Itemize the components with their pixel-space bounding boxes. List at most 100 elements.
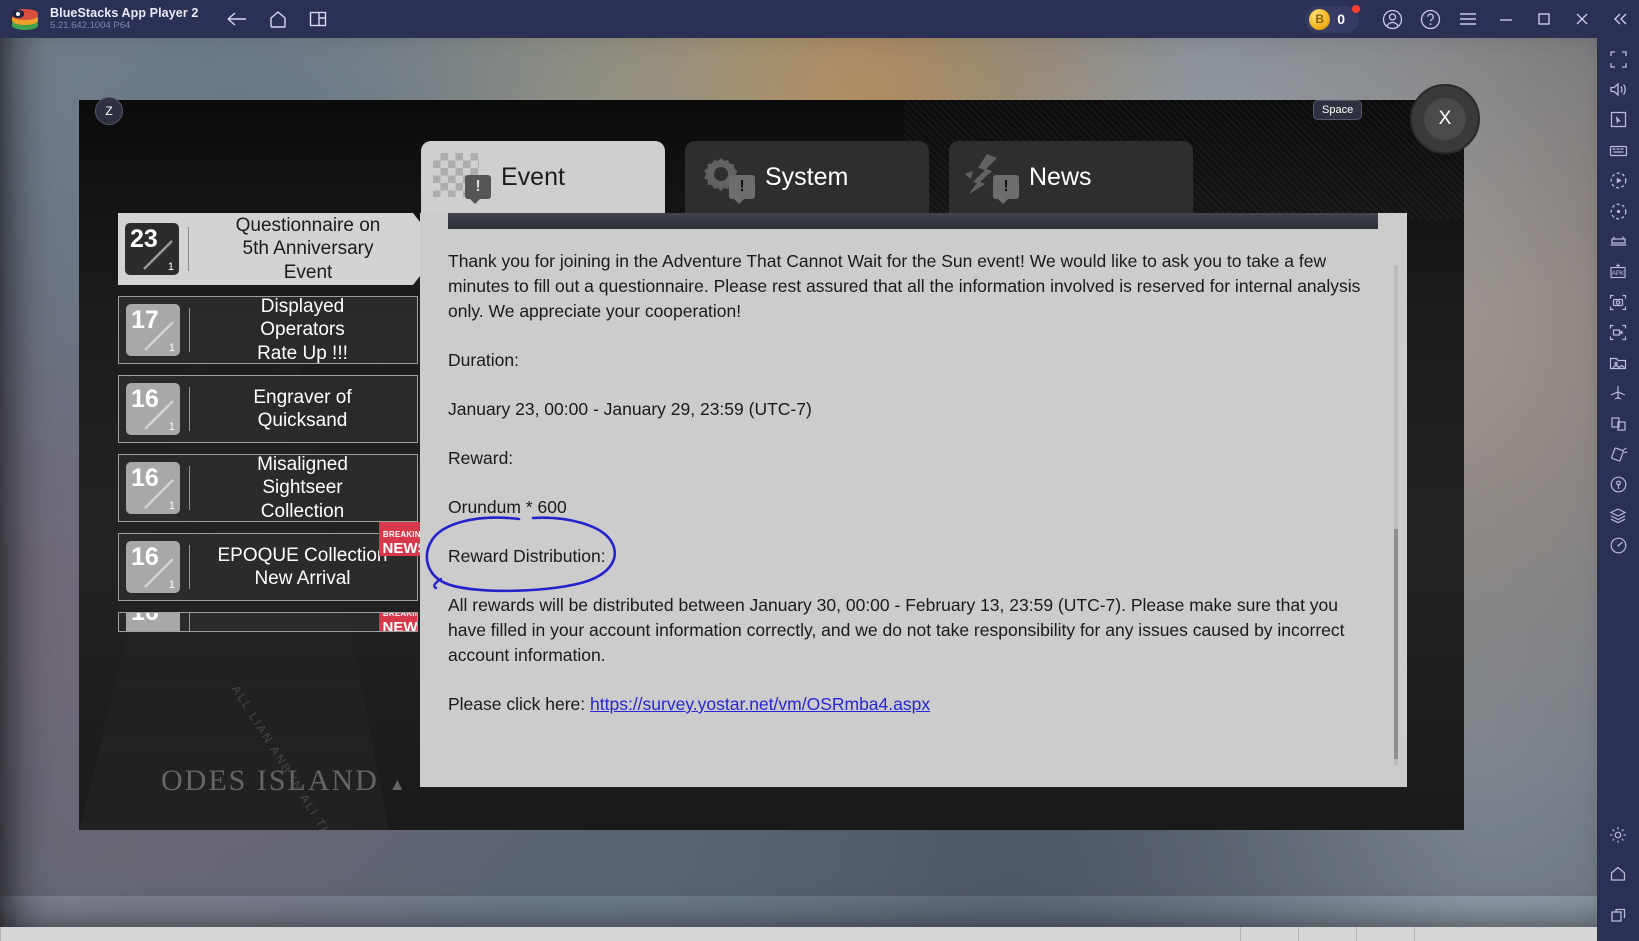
performance-icon[interactable]	[1597, 530, 1639, 560]
triangle-glyph: ▲	[388, 775, 408, 794]
article-reward-value: Orundum * 600	[448, 497, 567, 517]
list-item-title: Engraver of Quicksand	[253, 386, 352, 431]
tab-badge-system: !	[729, 175, 755, 204]
breaking-news-badge: BREAKING NEWS	[379, 613, 418, 632]
window-titlebar: BlueStacks App Player 2 5.21.642.1004 P6…	[0, 0, 1639, 38]
list-item-title: Questionnaire on 5th Anniversary Event	[235, 215, 381, 283]
multi-instance-sync-icon[interactable]	[1597, 409, 1639, 439]
date-day: 16	[131, 612, 159, 626]
tab-system[interactable]: ! System	[685, 141, 929, 213]
date-month: 1	[168, 579, 175, 591]
collapse-icon[interactable]	[1601, 0, 1639, 38]
divider	[189, 308, 190, 352]
eco-mode-icon[interactable]	[1597, 378, 1639, 408]
close-icon[interactable]	[1563, 0, 1601, 38]
tab-event-label: Event	[501, 162, 565, 191]
list-item[interactable]: 16 1 Misaligned Sightseer Collection	[118, 454, 418, 522]
titlebar-nav-icons	[226, 9, 328, 29]
back-icon[interactable]	[226, 10, 248, 28]
list-item-title: Displayed Operators Rate Up !!!	[257, 296, 348, 364]
settings-gear-icon[interactable]	[1597, 820, 1639, 850]
home-icon[interactable]	[268, 9, 288, 29]
taskbar-item[interactable]	[1356, 927, 1414, 941]
news-burst-icon: !	[955, 149, 1027, 205]
date-month: 1	[168, 421, 175, 433]
divider	[189, 387, 190, 431]
home-bottom-icon[interactable]	[1597, 858, 1639, 888]
record-screen-icon[interactable]	[1597, 318, 1639, 348]
menu-icon[interactable]	[1449, 0, 1487, 38]
cursor-icon[interactable]	[1597, 105, 1639, 135]
list-item[interactable]: 16 BREAKING NEWS	[118, 612, 418, 632]
announcement-content-panel: Thank you for joining in the Adventure T…	[420, 213, 1407, 787]
list-item[interactable]: 16 1 EPOQUE Collection New Arrival BREAK…	[118, 522, 431, 601]
scrollbar-thumb[interactable]	[1394, 529, 1398, 759]
date-month: 1	[168, 500, 175, 512]
layers-icon[interactable]	[1597, 500, 1639, 530]
taskbar-item[interactable]	[1240, 927, 1298, 941]
rotate-icon[interactable]	[1597, 196, 1639, 226]
divider	[188, 227, 189, 271]
key-hint-z[interactable]: Z	[95, 97, 123, 125]
survey-link[interactable]: https://survey.yostar.net/vm/OSRmba4.asp…	[590, 694, 930, 714]
date-badge: 16 1	[126, 541, 180, 593]
coin-icon: B	[1309, 8, 1331, 30]
list-item[interactable]: 17 1 Displayed Operators Rate Up !!!	[118, 296, 418, 364]
coin-balance[interactable]: B 0	[1305, 4, 1360, 33]
article-intro: Thank you for joining in the Adventure T…	[448, 251, 1361, 321]
minimize-icon[interactable]	[1487, 0, 1525, 38]
close-icon: X	[1424, 98, 1466, 140]
install-apk-icon[interactable]: APK	[1597, 257, 1639, 287]
keyboard-controls-icon[interactable]	[1597, 135, 1639, 165]
tab-badge-event: !	[465, 175, 491, 204]
app-version: 5.21.642.1004 P64	[50, 20, 131, 32]
fullscreen-icon[interactable]	[1597, 44, 1639, 74]
location-icon[interactable]	[1597, 469, 1639, 499]
screenshot-icon[interactable]	[1597, 287, 1639, 317]
list-item[interactable]: 23 1 Questionnaire on 5th Anniversary Ev…	[118, 213, 441, 285]
macro-play-icon[interactable]	[1597, 166, 1639, 196]
divider	[189, 466, 190, 510]
bluestacks-logo-icon	[12, 8, 38, 30]
tab-news-label: News	[1029, 162, 1092, 191]
article-distribution-value: All rewards will be distributed between …	[448, 595, 1345, 665]
list-item[interactable]: 16 1 Engraver of Quicksand	[118, 375, 418, 443]
article-duration-label: Duration:	[448, 350, 520, 370]
date-badge: 23 1	[125, 223, 179, 275]
gamepad-icon[interactable]	[1597, 226, 1639, 256]
help-icon[interactable]	[1411, 0, 1449, 38]
article-link-line: Please click here: https://survey.yostar…	[448, 692, 1378, 717]
app-root: BlueStacks App Player 2 5.21.642.1004 P6…	[0, 0, 1639, 941]
list-item-title: Misaligned Sightseer Collection	[257, 454, 348, 522]
game-announcement-overlay: ODES ISLAND▲ ALL LIAN ANB IN ALI THKSOIT…	[79, 100, 1464, 830]
divider	[189, 545, 190, 589]
news-label: NEWS	[382, 619, 418, 632]
overlay-close-button[interactable]: X	[1410, 84, 1480, 154]
multi-instance-icon[interactable]	[308, 9, 328, 29]
date-badge: 16	[126, 612, 180, 631]
maximize-icon[interactable]	[1525, 0, 1563, 38]
svg-text:APK: APK	[1612, 270, 1625, 277]
article-reward-label: Reward:	[448, 448, 514, 468]
checkerboard-flag-icon: !	[427, 149, 499, 205]
recents-icon[interactable]	[1597, 901, 1639, 931]
tab-news[interactable]: ! News	[949, 141, 1193, 213]
article-body: Thank you for joining in the Adventure T…	[448, 213, 1378, 717]
date-badge: 16 1	[126, 462, 180, 514]
taskbar-item[interactable]	[1298, 927, 1356, 941]
volume-icon[interactable]	[1597, 74, 1639, 104]
date-badge: 16 1	[126, 383, 180, 435]
key-hint-space[interactable]: Space	[1313, 100, 1363, 120]
tab-badge-news: !	[993, 175, 1019, 204]
media-manager-icon[interactable]	[1597, 348, 1639, 378]
article-duration-value: January 23, 00:00 - January 29, 23:59 (U…	[448, 399, 812, 419]
taskbar-left	[0, 927, 1240, 941]
right-toolbar: APK	[1597, 38, 1639, 941]
app-name: BlueStacks App Player 2	[50, 5, 199, 20]
date-badge: 17 1	[126, 304, 180, 356]
tab-event[interactable]: ! Event	[421, 141, 665, 226]
notification-dot-icon	[1352, 4, 1360, 13]
shake-icon[interactable]	[1597, 439, 1639, 469]
account-icon[interactable]	[1373, 0, 1411, 38]
link-prefix: Please click here:	[448, 694, 591, 714]
